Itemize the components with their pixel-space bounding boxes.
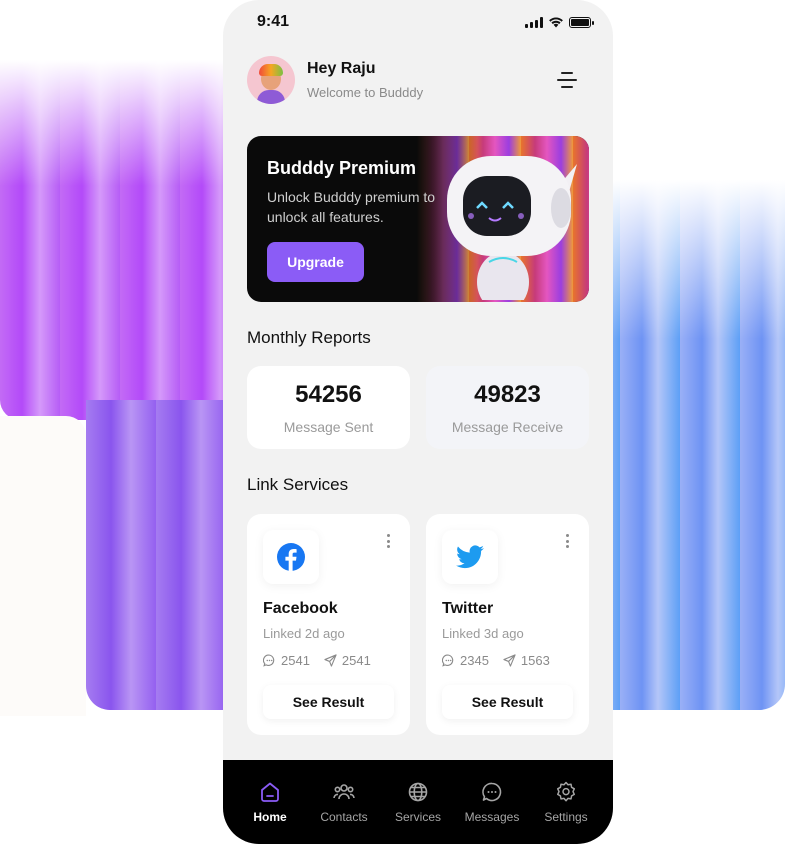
- shares-count: 2541: [341, 653, 371, 668]
- banner-title: Budddy Premium: [267, 158, 417, 178]
- send-icon: [324, 654, 337, 667]
- service-stats: 2541 2541: [263, 653, 371, 668]
- stat-label: Message Sent: [283, 418, 374, 435]
- comments-stat: 2345: [442, 653, 489, 668]
- tab-label: Settings: [544, 810, 588, 824]
- service-stats: 2345 1563: [442, 653, 550, 668]
- shares-count: 1563: [520, 653, 550, 668]
- service-linked-time: Linked 3d ago: [442, 626, 524, 641]
- stat-card-received: 49823 Message Receive: [426, 366, 589, 449]
- globe-icon: [408, 782, 428, 802]
- service-card-facebook[interactable]: Facebook Linked 2d ago 2541 2541 See Res…: [247, 514, 410, 735]
- banner-description: Unlock Budddy premium to unlock all feat…: [267, 189, 436, 225]
- stat-label: Message Receive: [451, 418, 564, 435]
- tab-contacts[interactable]: Contacts: [312, 760, 376, 844]
- status-bar: 9:41: [223, 0, 613, 44]
- stat-value: 54256: [295, 380, 362, 408]
- greeting: Hey Raju Welcome to Budddy: [307, 60, 423, 100]
- service-linked-time: Linked 2d ago: [263, 626, 345, 641]
- menu-icon[interactable]: [557, 72, 577, 88]
- shares-stat: 1563: [503, 653, 550, 668]
- avatar[interactable]: [247, 56, 295, 104]
- see-result-button[interactable]: See Result: [442, 685, 573, 719]
- stat-value: 49823: [474, 380, 541, 408]
- status-icons: [525, 16, 594, 28]
- comment-icon: [263, 654, 275, 667]
- twitter-icon: [456, 545, 484, 569]
- upgrade-button[interactable]: Upgrade: [267, 242, 364, 282]
- send-icon: [503, 654, 516, 667]
- stat-card-sent: 54256 Message Sent: [247, 366, 410, 449]
- tab-home[interactable]: Home: [238, 760, 302, 844]
- home-icon: [261, 782, 279, 802]
- premium-banner: Budddy Premium Unlock Budddy premium to …: [247, 136, 589, 302]
- service-name: Twitter: [442, 600, 494, 617]
- welcome-text: Welcome to Budddy: [307, 85, 424, 100]
- service-icon-box: [442, 530, 498, 584]
- phone-frame: 9:41 Hey Raju Welcome to Budddy Budddy P…: [223, 0, 613, 844]
- shares-stat: 2541: [324, 653, 371, 668]
- tab-messages[interactable]: Messages: [460, 760, 524, 844]
- user-greeting: Hey Raju: [307, 60, 376, 77]
- background-cutout: [0, 416, 86, 716]
- bottom-tab-bar: Home Contacts Services Messages Settings: [223, 760, 613, 844]
- monthly-reports-title: Monthly Reports: [247, 328, 371, 347]
- tab-label: Services: [394, 810, 441, 824]
- robot-illustration: [447, 156, 577, 300]
- more-options-icon[interactable]: [565, 534, 569, 548]
- status-time: 9:41: [257, 13, 290, 30]
- comments-count: 2541: [281, 653, 310, 668]
- more-options-icon[interactable]: [386, 534, 390, 548]
- comments-stat: 2541: [263, 653, 310, 668]
- service-icon-box: [263, 530, 319, 584]
- tab-label: Contacts: [320, 810, 368, 824]
- service-card-twitter[interactable]: Twitter Linked 3d ago 2345 1563 See Resu…: [426, 514, 589, 735]
- battery-icon: [569, 16, 594, 28]
- service-name: Facebook: [263, 600, 338, 617]
- link-services-title: Link Services: [247, 475, 349, 494]
- profile-header: Hey Raju Welcome to Budddy: [247, 56, 423, 104]
- comments-count: 2345: [460, 653, 489, 668]
- tab-services[interactable]: Services: [386, 760, 450, 844]
- cellular-signal-icon: [525, 16, 543, 28]
- tab-label: Home: [253, 810, 287, 824]
- contacts-icon: [333, 784, 355, 800]
- wifi-icon: [549, 17, 563, 28]
- comment-icon: [442, 654, 454, 667]
- tab-settings[interactable]: Settings: [534, 760, 598, 844]
- see-result-button[interactable]: See Result: [263, 685, 394, 719]
- tab-label: Messages: [464, 810, 520, 824]
- gear-icon: [556, 781, 576, 802]
- message-icon: [482, 782, 502, 802]
- facebook-icon: [277, 543, 305, 571]
